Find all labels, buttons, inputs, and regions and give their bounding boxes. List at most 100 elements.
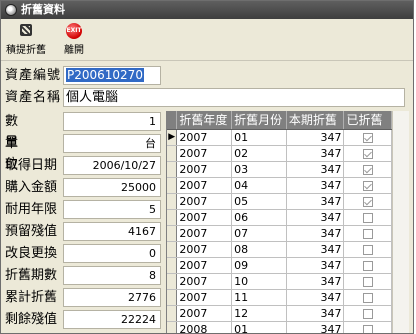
column-header-month[interactable]: 折舊月份: [231, 111, 287, 130]
cell-depreciated[interactable]: [343, 129, 392, 146]
cell-month[interactable]: 04: [231, 177, 287, 194]
row-indicator[interactable]: ▶: [167, 129, 178, 146]
row-indicator[interactable]: [167, 273, 178, 290]
asset-number-field[interactable]: P200610270: [63, 66, 161, 85]
depreciated-checkbox[interactable]: [362, 132, 373, 143]
table-row[interactable]: ▶ 2007 01 347: [167, 129, 392, 146]
cell-year[interactable]: 2007: [176, 177, 233, 194]
cell-year[interactable]: 2007: [176, 209, 233, 226]
depreciated-checkbox[interactable]: [362, 260, 373, 271]
asset-name-field[interactable]: 個人電腦: [63, 88, 405, 107]
cell-depreciated[interactable]: [343, 193, 392, 210]
column-header-depreciated[interactable]: 已折舊: [343, 111, 392, 130]
cell-amount[interactable]: 347: [286, 129, 345, 146]
row-indicator[interactable]: [167, 257, 178, 274]
cell-amount[interactable]: 347: [286, 289, 345, 306]
depreciated-checkbox[interactable]: [362, 324, 373, 333]
row-indicator[interactable]: [167, 209, 178, 226]
depreciated-checkbox[interactable]: [362, 212, 373, 223]
cell-month[interactable]: 07: [231, 225, 287, 242]
cell-month[interactable]: 01: [231, 129, 287, 146]
depreciation-periods-field[interactable]: 8: [63, 266, 161, 285]
cell-depreciated[interactable]: [343, 145, 392, 162]
depreciated-checkbox[interactable]: [362, 292, 373, 303]
cell-year[interactable]: 2007: [176, 129, 233, 146]
depreciation-grid[interactable]: 折舊年度 折舊月份 本期折舊 已折舊 ▶ 2007 01 347 2007 02 347 20…: [166, 111, 392, 333]
cell-month[interactable]: 06: [231, 209, 287, 226]
column-header-amount[interactable]: 本期折舊: [286, 111, 345, 130]
depreciated-checkbox[interactable]: [362, 164, 373, 175]
cell-depreciated[interactable]: [343, 289, 392, 306]
cell-amount[interactable]: 347: [286, 145, 345, 162]
cell-depreciated[interactable]: [343, 177, 392, 194]
cell-month[interactable]: 09: [231, 257, 287, 274]
cell-amount[interactable]: 347: [286, 193, 345, 210]
cell-month[interactable]: 03: [231, 161, 287, 178]
cell-amount[interactable]: 347: [286, 241, 345, 258]
purchase-amount-field[interactable]: 25000: [63, 178, 161, 197]
cell-depreciated[interactable]: [343, 257, 392, 274]
remaining-value-field[interactable]: 22224: [63, 310, 161, 329]
cell-amount[interactable]: 347: [286, 209, 345, 226]
depreciated-checkbox[interactable]: [362, 196, 373, 207]
row-indicator[interactable]: [167, 305, 178, 322]
cell-amount[interactable]: 347: [286, 257, 345, 274]
cell-amount[interactable]: 347: [286, 273, 345, 290]
cell-month[interactable]: 10: [231, 273, 287, 290]
cell-year[interactable]: 2007: [176, 305, 233, 322]
table-row[interactable]: 2007 10 347: [167, 273, 392, 290]
table-row[interactable]: 2007 02 347: [167, 145, 392, 162]
quantity-field[interactable]: 1: [63, 112, 161, 131]
cell-year[interactable]: 2008: [176, 321, 233, 333]
cell-year[interactable]: 2007: [176, 273, 233, 290]
improvement-field[interactable]: 0: [63, 244, 161, 263]
table-row[interactable]: 2007 06 347: [167, 209, 392, 226]
row-indicator[interactable]: [167, 161, 178, 178]
cell-amount[interactable]: 347: [286, 305, 345, 322]
depreciated-checkbox[interactable]: [362, 180, 373, 191]
cell-year[interactable]: 2007: [176, 161, 233, 178]
table-row[interactable]: 2007 07 347: [167, 225, 392, 242]
useful-life-field[interactable]: 5: [63, 200, 161, 219]
cell-amount[interactable]: 347: [286, 177, 345, 194]
cell-depreciated[interactable]: [343, 209, 392, 226]
cell-year[interactable]: 2007: [176, 289, 233, 306]
cell-depreciated[interactable]: [343, 225, 392, 242]
row-indicator[interactable]: [167, 225, 178, 242]
cell-month[interactable]: 05: [231, 193, 287, 210]
row-indicator[interactable]: [167, 289, 178, 306]
cell-year[interactable]: 2007: [176, 241, 233, 258]
exit-button[interactable]: EXIT 離開: [59, 21, 89, 59]
cell-amount[interactable]: 347: [286, 321, 345, 333]
depreciated-checkbox[interactable]: [362, 276, 373, 287]
cell-year[interactable]: 2007: [176, 257, 233, 274]
table-row[interactable]: 2008 01 347: [167, 321, 392, 333]
cell-month[interactable]: 02: [231, 145, 287, 162]
row-indicator[interactable]: [167, 241, 178, 258]
cell-month[interactable]: 12: [231, 305, 287, 322]
cell-depreciated[interactable]: [343, 305, 392, 322]
cell-amount[interactable]: 347: [286, 225, 345, 242]
cell-year[interactable]: 2007: [176, 193, 233, 210]
residual-value-field[interactable]: 4167: [63, 222, 161, 241]
cell-month[interactable]: 11: [231, 289, 287, 306]
acquired-date-field[interactable]: 2006/10/27: [63, 156, 161, 175]
cell-depreciated[interactable]: [343, 321, 392, 333]
table-row[interactable]: 2007 11 347: [167, 289, 392, 306]
table-row[interactable]: 2007 09 347: [167, 257, 392, 274]
depreciated-checkbox[interactable]: [362, 148, 373, 159]
depreciated-checkbox[interactable]: [362, 308, 373, 319]
table-row[interactable]: 2007 08 347: [167, 241, 392, 258]
depreciated-checkbox[interactable]: [362, 228, 373, 239]
cell-depreciated[interactable]: [343, 273, 392, 290]
cell-depreciated[interactable]: [343, 161, 392, 178]
cell-year[interactable]: 2007: [176, 225, 233, 242]
cell-month[interactable]: 01: [231, 321, 287, 333]
app-icon[interactable]: [5, 4, 17, 16]
depreciated-checkbox[interactable]: [362, 244, 373, 255]
unit-field[interactable]: 台: [63, 134, 161, 153]
cell-year[interactable]: 2007: [176, 145, 233, 162]
provision-depreciation-button[interactable]: 積提折舊: [5, 21, 47, 59]
table-row[interactable]: 2007 03 347: [167, 161, 392, 178]
row-indicator[interactable]: [167, 193, 178, 210]
